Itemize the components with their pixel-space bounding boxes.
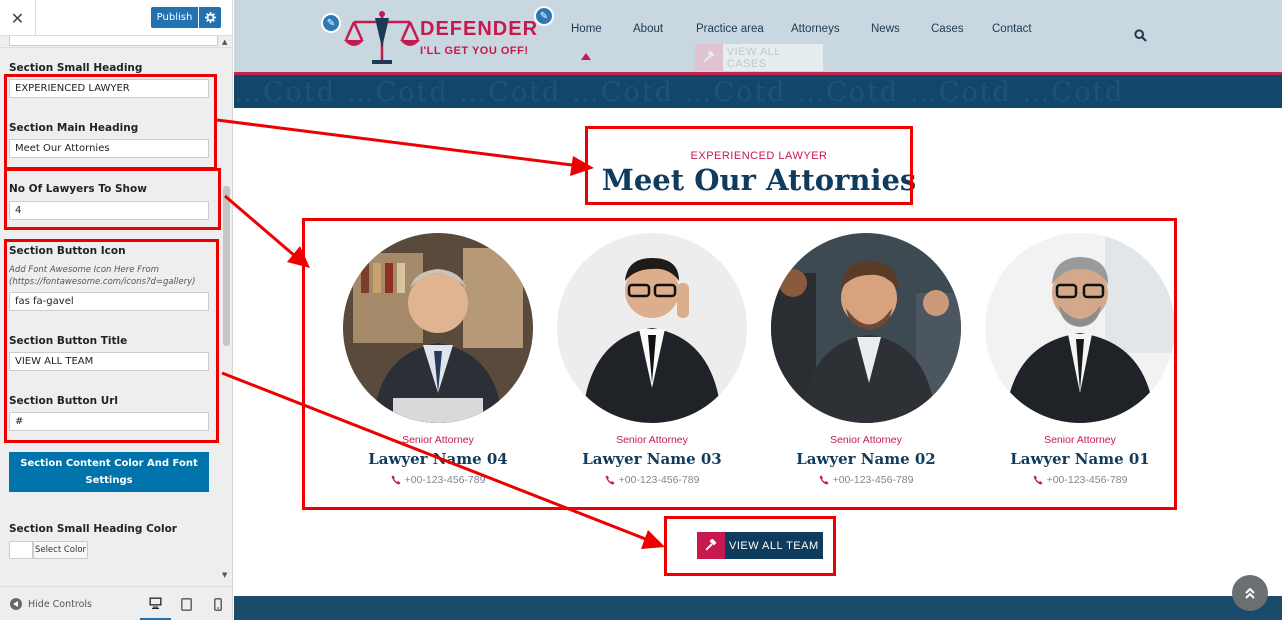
scroll-to-top-button[interactable] bbox=[1232, 575, 1268, 611]
publish-settings-gear-icon[interactable] bbox=[199, 7, 221, 28]
mobile-icon bbox=[213, 597, 222, 611]
section-small-heading: EXPERIENCED LAWYER bbox=[690, 150, 828, 162]
gavel-icon bbox=[695, 44, 723, 71]
small-heading-input[interactable]: EXPERIENCED LAWYER bbox=[9, 79, 209, 98]
hide-controls-button[interactable]: Hide Controls bbox=[10, 598, 92, 610]
customizer-sidebar: ✕ Publish Section Small Heading EXPERIEN… bbox=[0, 0, 233, 620]
small-heading-color-label: Section Small Heading Color bbox=[9, 523, 177, 535]
lawyer-card[interactable]: Senior Attorney Lawyer Name 03 +00-123-4… bbox=[556, 233, 748, 486]
lawyer-name[interactable]: Lawyer Name 04 bbox=[342, 450, 534, 468]
lawyer-name[interactable]: Lawyer Name 01 bbox=[984, 450, 1176, 468]
scroll-up-arrow-icon[interactable]: ▲ bbox=[222, 38, 227, 46]
lawyer-phone: +00-123-456-789 bbox=[770, 474, 962, 486]
lawyer-card[interactable]: Senior Attorney Lawyer Name 01 +00-123-4… bbox=[984, 233, 1176, 486]
nav-home[interactable]: Home bbox=[571, 23, 602, 35]
button-icon-input[interactable]: fas fa-gavel bbox=[9, 292, 209, 311]
button-title-input[interactable]: VIEW ALL TEAM bbox=[9, 352, 209, 371]
lawyer-card[interactable]: Senior Attorney Lawyer Name 02 +00-123-4… bbox=[770, 233, 962, 486]
lawyer-role: Senior Attorney bbox=[402, 434, 474, 446]
button-url-label: Section Button Url bbox=[9, 395, 119, 407]
double-chevron-up-icon bbox=[1245, 587, 1255, 599]
nav-news[interactable]: News bbox=[871, 23, 900, 35]
lawyer-role: Senior Attorney bbox=[830, 434, 902, 446]
desktop-preview-button[interactable] bbox=[140, 587, 171, 620]
nav-practice-area[interactable]: Practice area bbox=[696, 23, 764, 35]
lawyer-photo bbox=[771, 233, 961, 423]
lawyer-phone-number[interactable]: +00-123-456-789 bbox=[405, 474, 486, 486]
scroll-thumb[interactable] bbox=[223, 186, 230, 346]
tablet-icon bbox=[181, 597, 192, 611]
nav-attorneys[interactable]: Attorneys bbox=[791, 23, 840, 35]
edit-logo-pencil-icon[interactable]: ✎ bbox=[321, 13, 341, 33]
nav-cases[interactable]: Cases bbox=[931, 23, 964, 35]
mobile-preview-button[interactable] bbox=[202, 587, 232, 620]
view-all-cases-button[interactable]: VIEW ALL CASES bbox=[695, 44, 823, 71]
customizer-screen: ✕ Publish Section Small Heading EXPERIEN… bbox=[0, 0, 1282, 620]
button-title-label: Section Button Title bbox=[9, 335, 128, 347]
gavel-icon bbox=[697, 532, 725, 559]
next-section-strip bbox=[234, 596, 1282, 620]
scales-of-justice-logo-icon[interactable] bbox=[342, 10, 422, 70]
publish-button[interactable]: Publish bbox=[151, 7, 198, 28]
view-all-team-label: VIEW ALL TEAM bbox=[729, 539, 819, 552]
nav-about[interactable]: About bbox=[633, 23, 663, 35]
customizer-header: ✕ Publish bbox=[0, 0, 232, 36]
color-swatch[interactable] bbox=[9, 541, 33, 559]
active-nav-indicator bbox=[581, 53, 591, 60]
section-main-heading: Meet Our Attornies bbox=[601, 163, 917, 197]
phone-icon bbox=[1033, 475, 1043, 485]
select-color-button[interactable]: Select Color bbox=[33, 541, 88, 559]
view-all-team-button[interactable]: VIEW ALL TEAM bbox=[697, 532, 823, 559]
phone-icon bbox=[391, 475, 401, 485]
lawyer-name[interactable]: Lawyer Name 03 bbox=[556, 450, 748, 468]
button-url-input[interactable]: # bbox=[9, 412, 209, 431]
banner-strip: …Cotd …Cotd …Cotd …Cotd …Cotd …Cotd …Cot… bbox=[234, 75, 1282, 108]
main-heading-input[interactable]: Meet Our Attornies bbox=[9, 139, 209, 158]
tablet-preview-button[interactable] bbox=[171, 587, 202, 620]
phone-icon bbox=[819, 475, 829, 485]
small-heading-label: Section Small Heading bbox=[9, 62, 143, 74]
lawyer-phone: +00-123-456-789 bbox=[984, 474, 1176, 486]
customizer-footer: Hide Controls bbox=[0, 586, 232, 620]
lawyer-photo bbox=[343, 233, 533, 423]
site-header: ✎ ✎ DEFENDER I'LL GET YOU OFF! Home Abou… bbox=[234, 0, 1282, 74]
scroll-down-arrow-icon[interactable]: ▼ bbox=[222, 571, 227, 579]
nav-contact[interactable]: Contact bbox=[992, 23, 1032, 35]
lawyer-phone: +00-123-456-789 bbox=[556, 474, 748, 486]
desktop-icon bbox=[149, 597, 162, 609]
site-logo-tagline: I'LL GET YOU OFF! bbox=[420, 45, 529, 57]
phone-icon bbox=[605, 475, 615, 485]
lawyer-role: Senior Attorney bbox=[1044, 434, 1116, 446]
lawyer-photo bbox=[557, 233, 747, 423]
lawyers-count-label: No Of Lawyers To Show bbox=[9, 183, 147, 195]
previous-control-edge bbox=[0, 36, 232, 48]
lawyer-phone-number[interactable]: +00-123-456-789 bbox=[833, 474, 914, 486]
sidebar-scrollbar[interactable]: ▲ ▼ bbox=[219, 36, 232, 584]
main-heading-label: Section Main Heading bbox=[9, 122, 139, 134]
lawyer-phone: +00-123-456-789 bbox=[342, 474, 534, 486]
lawyer-card[interactable]: Senior Attorney Lawyer Name 04 +00-123-4… bbox=[342, 233, 534, 486]
lawyer-photo bbox=[985, 233, 1175, 423]
collapse-arrow-icon bbox=[10, 598, 22, 610]
site-logo-title[interactable]: DEFENDER bbox=[420, 18, 538, 41]
button-icon-description: Add Font Awesome Icon Here From (https:/… bbox=[9, 265, 196, 287]
button-icon-label: Section Button Icon bbox=[9, 245, 126, 257]
lawyers-count-input[interactable]: 4 bbox=[9, 201, 209, 220]
close-customizer-button[interactable]: ✕ bbox=[0, 0, 36, 36]
view-all-cases-label: VIEW ALL CASES bbox=[726, 45, 781, 70]
content-color-font-settings-button[interactable]: Section Content Color And Font Settings bbox=[9, 452, 209, 492]
lawyer-role: Senior Attorney bbox=[616, 434, 688, 446]
banner-text: …Cotd …Cotd …Cotd …Cotd …Cotd …Cotd …Cot… bbox=[234, 77, 1125, 108]
lawyer-name[interactable]: Lawyer Name 02 bbox=[770, 450, 962, 468]
lawyer-phone-number[interactable]: +00-123-456-789 bbox=[1047, 474, 1128, 486]
site-preview: ✎ ✎ DEFENDER I'LL GET YOU OFF! Home Abou… bbox=[234, 0, 1282, 620]
search-icon[interactable] bbox=[1134, 29, 1147, 42]
lawyer-phone-number[interactable]: +00-123-456-789 bbox=[619, 474, 700, 486]
hide-controls-label: Hide Controls bbox=[28, 598, 92, 610]
